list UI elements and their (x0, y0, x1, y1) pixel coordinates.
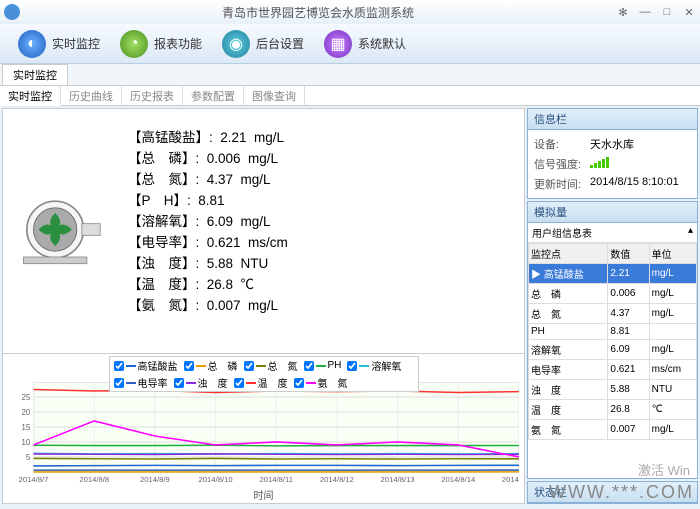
subtab-2[interactable]: 历史报表 (122, 86, 183, 105)
chart-icon: ◔ (120, 30, 148, 58)
param-row: 【溶解氧】: 6.09 mg/L (128, 211, 288, 232)
legend-item[interactable]: PH (304, 358, 342, 373)
svg-text:2014/8/13: 2014/8/13 (381, 475, 415, 484)
svg-text:15: 15 (21, 423, 31, 432)
settings-icon[interactable]: ✻ (616, 5, 630, 19)
update-value: 2014/8/15 8:10:01 (590, 176, 679, 192)
toolbar-report[interactable]: ◔报表功能 (110, 28, 212, 60)
toolbar-realtime[interactable]: ◐实时监控 (8, 28, 110, 60)
trend-chart[interactable]: 5 10 15 20 25 2014/8/7 2014/8/8 2014/8/9 2014/8/… (8, 382, 519, 484)
table-row[interactable]: PH8.81 (529, 324, 697, 340)
window-title: 青岛市世界园艺博览会水质监测系统 (20, 4, 616, 21)
svg-text:2014/8/11: 2014/8/11 (259, 475, 292, 484)
site-watermark: WWW.***.COM (549, 482, 694, 503)
legend-item[interactable]: 电导率 (114, 375, 168, 390)
table-row[interactable]: 电导率0.621ms/cm (529, 360, 697, 380)
info-panel: 信息栏 设备: 天水水库 信号强度: 更新时间: 2014/8/15 8:10:01 (527, 108, 698, 199)
gear-icon: ◉ (222, 30, 250, 58)
signal-label: 信号强度: (534, 156, 584, 172)
subtab-0[interactable]: 实时监控 (0, 86, 61, 106)
subtab-1[interactable]: 历史曲线 (61, 86, 122, 105)
sim-panel-title: 模拟量 (528, 202, 697, 223)
table-row[interactable]: 浊 度5.88NTU (529, 380, 697, 400)
app-logo-icon (4, 4, 20, 20)
legend-item[interactable]: 浊 度 (174, 375, 228, 390)
legend-item[interactable]: 温 度 (234, 375, 288, 390)
close-button[interactable]: ✕ (682, 5, 696, 19)
minimize-button[interactable]: — (638, 5, 652, 19)
param-row: 【高锰酸盐】: 2.21 mg/L (128, 127, 288, 148)
table-row[interactable]: ▶ 高锰酸盐2.21mg/L (529, 264, 697, 284)
svg-text:10: 10 (21, 438, 31, 447)
svg-text:2014/8/8: 2014/8/8 (79, 475, 109, 484)
legend-item[interactable]: 总 磷 (184, 358, 238, 373)
legend-item[interactable]: 高锰酸盐 (114, 358, 178, 373)
param-row: 【总 磷】: 0.006 mg/L (128, 148, 288, 169)
svg-text:2014/8/7: 2014/8/7 (19, 475, 49, 484)
chart-legend: 高锰酸盐总 磷总 氮 PH 溶解氧电导率浊 度温 度氨 氮 (109, 356, 419, 392)
parameter-list: 【高锰酸盐】: 2.21 mg/L【总 磷】: 0.006 mg/L【总 氮】:… (128, 119, 288, 316)
signal-bars-icon (590, 156, 609, 168)
legend-item[interactable]: 氨 氮 (294, 375, 348, 390)
svg-text:2014/8/14: 2014/8/14 (441, 475, 476, 484)
maximize-button[interactable]: □ (660, 5, 674, 19)
main-panel: 【高锰酸盐】: 2.21 mg/L【总 磷】: 0.006 mg/L【总 氮】:… (2, 108, 525, 504)
globe-icon: ◐ (18, 30, 46, 58)
table-row[interactable]: 氨 氮0.007mg/L (529, 420, 697, 440)
group-info-header[interactable]: 用户组信息表▴ (528, 223, 697, 243)
toolbar-settings[interactable]: ◉后台设置 (212, 28, 314, 60)
chart-xlabel: 时间 (254, 487, 274, 502)
legend-item[interactable]: 溶解氧 (347, 358, 401, 373)
info-panel-title: 信息栏 (528, 109, 697, 130)
sub-tab-strip: 实时监控历史曲线历史报表参数配置图像查询 (0, 86, 700, 106)
svg-text:5: 5 (26, 453, 31, 462)
chart-panel: 高锰酸盐总 磷总 氮 PH 溶解氧电导率浊 度温 度氨 氮 5 10 15 20 25 201… (3, 353, 524, 503)
tab-strip: 实时监控 (0, 64, 700, 86)
sim-panel: 模拟量 用户组信息表▴ 监控点数值单位▶ 高锰酸盐2.21mg/L总 磷0.00… (527, 201, 698, 479)
tab-realtime[interactable]: 实时监控 (2, 64, 68, 85)
param-row: 【电导率】: 0.621 ms/cm (128, 232, 288, 253)
main-toolbar: ◐实时监控 ◔报表功能 ◉后台设置 ▦系统默认 (0, 24, 700, 64)
update-label: 更新时间: (534, 176, 584, 192)
param-row: 【总 氮】: 4.37 mg/L (128, 169, 288, 190)
svg-text:2014/8/10: 2014/8/10 (199, 475, 233, 484)
subtab-3[interactable]: 参数配置 (183, 86, 244, 105)
subtab-4[interactable]: 图像查询 (244, 86, 305, 105)
chevron-up-icon: ▴ (688, 225, 693, 240)
title-bar: 青岛市世界园艺博览会水质监测系统 ✻ — □ ✕ (0, 0, 700, 24)
param-row: 【P H】: 8.81 (128, 190, 288, 211)
activate-watermark: 激活 Win (638, 460, 690, 479)
table-row[interactable]: 溶解氧6.09mg/L (529, 340, 697, 360)
svg-text:2014/8/12: 2014/8/12 (320, 475, 354, 484)
table-row[interactable]: 总 磷0.006mg/L (529, 284, 697, 304)
sim-data-table[interactable]: 监控点数值单位▶ 高锰酸盐2.21mg/L总 磷0.006mg/L总 氮4.37… (528, 243, 697, 440)
svg-text:25: 25 (21, 393, 31, 402)
grid-icon: ▦ (324, 30, 352, 58)
svg-text:2014/8/9: 2014/8/9 (140, 475, 170, 484)
param-row: 【氨 氮】: 0.007 mg/L (128, 295, 288, 316)
toolbar-default[interactable]: ▦系统默认 (314, 28, 416, 60)
svg-text:20: 20 (21, 408, 31, 417)
device-value: 天水水库 (590, 136, 634, 152)
device-label: 设备: (534, 136, 584, 152)
svg-text:2014/8/15: 2014/8/15 (502, 475, 519, 484)
table-row[interactable]: 温 度26.8℃ (529, 400, 697, 420)
pump-icon (18, 189, 108, 269)
param-row: 【浊 度】: 5.88 NTU (128, 253, 288, 274)
table-row[interactable]: 总 氮4.37mg/L (529, 304, 697, 324)
param-row: 【温 度】: 26.8 ℃ (128, 274, 288, 295)
legend-item[interactable]: 总 氮 (244, 358, 298, 373)
